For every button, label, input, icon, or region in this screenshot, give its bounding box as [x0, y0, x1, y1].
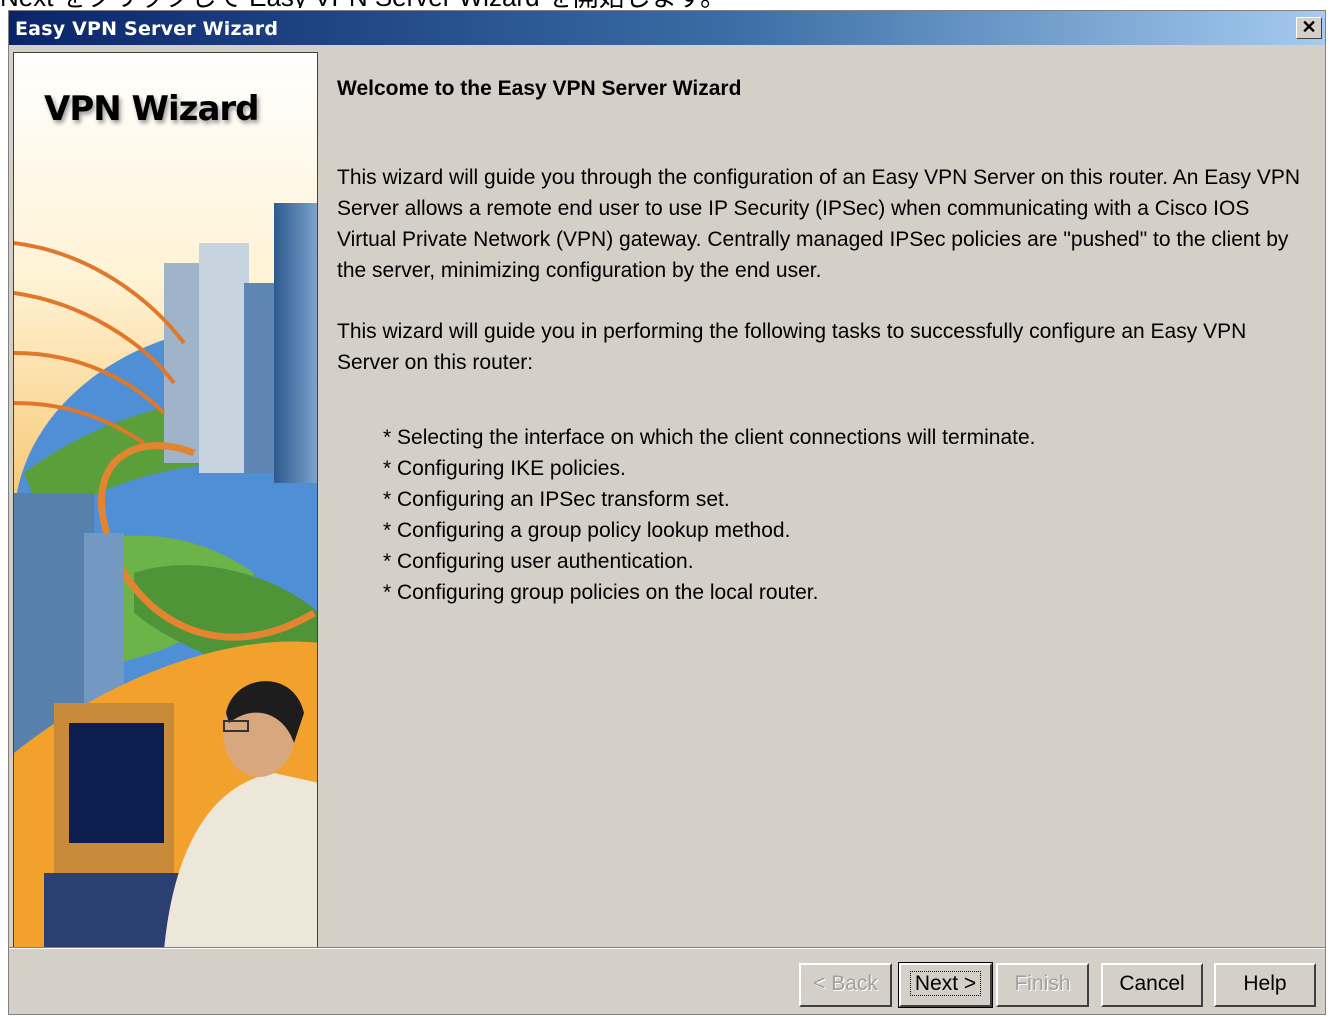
page-caption: Next をクリックして Easy VPN Server Wizard を開始し…: [0, 0, 1331, 8]
task-list: * Selecting the interface on which the c…: [383, 422, 1036, 608]
window-title: Easy VPN Server Wizard: [15, 18, 279, 40]
task-item: * Configuring an IPSec transform set.: [383, 488, 730, 511]
banner-illustration: [14, 53, 317, 948]
welcome-heading: Welcome to the Easy VPN Server Wizard: [337, 77, 742, 100]
finish-button[interactable]: Finish: [996, 963, 1089, 1007]
task-item: * Selecting the interface on which the c…: [383, 426, 1036, 449]
tasks-intro-paragraph: This wizard will guide you in performing…: [337, 320, 1247, 374]
title-bar[interactable]: Easy VPN Server Wizard ✕: [9, 11, 1325, 45]
wizard-banner: VPN Wizard: [13, 52, 318, 949]
task-item: * Configuring group policies on the loca…: [383, 581, 819, 604]
help-button[interactable]: Help: [1214, 963, 1316, 1007]
next-button-label: Next >: [909, 971, 982, 996]
banner-title: VPN Wizard: [44, 89, 260, 129]
close-button[interactable]: ✕: [1296, 17, 1322, 39]
task-item: * Configuring a group policy lookup meth…: [383, 519, 791, 542]
task-item: * Configuring user authentication.: [383, 550, 694, 573]
close-icon: ✕: [1301, 17, 1317, 37]
intro-paragraph: This wizard will guide you through the c…: [337, 166, 1300, 282]
next-button[interactable]: Next >: [898, 962, 993, 1008]
back-button[interactable]: < Back: [799, 963, 892, 1007]
cancel-button[interactable]: Cancel: [1101, 963, 1203, 1007]
task-item: * Configuring IKE policies.: [383, 457, 626, 480]
footer-separator: [9, 947, 1325, 949]
wizard-dialog: Easy VPN Server Wizard ✕ VPN Wizard Welc…: [8, 10, 1326, 1015]
